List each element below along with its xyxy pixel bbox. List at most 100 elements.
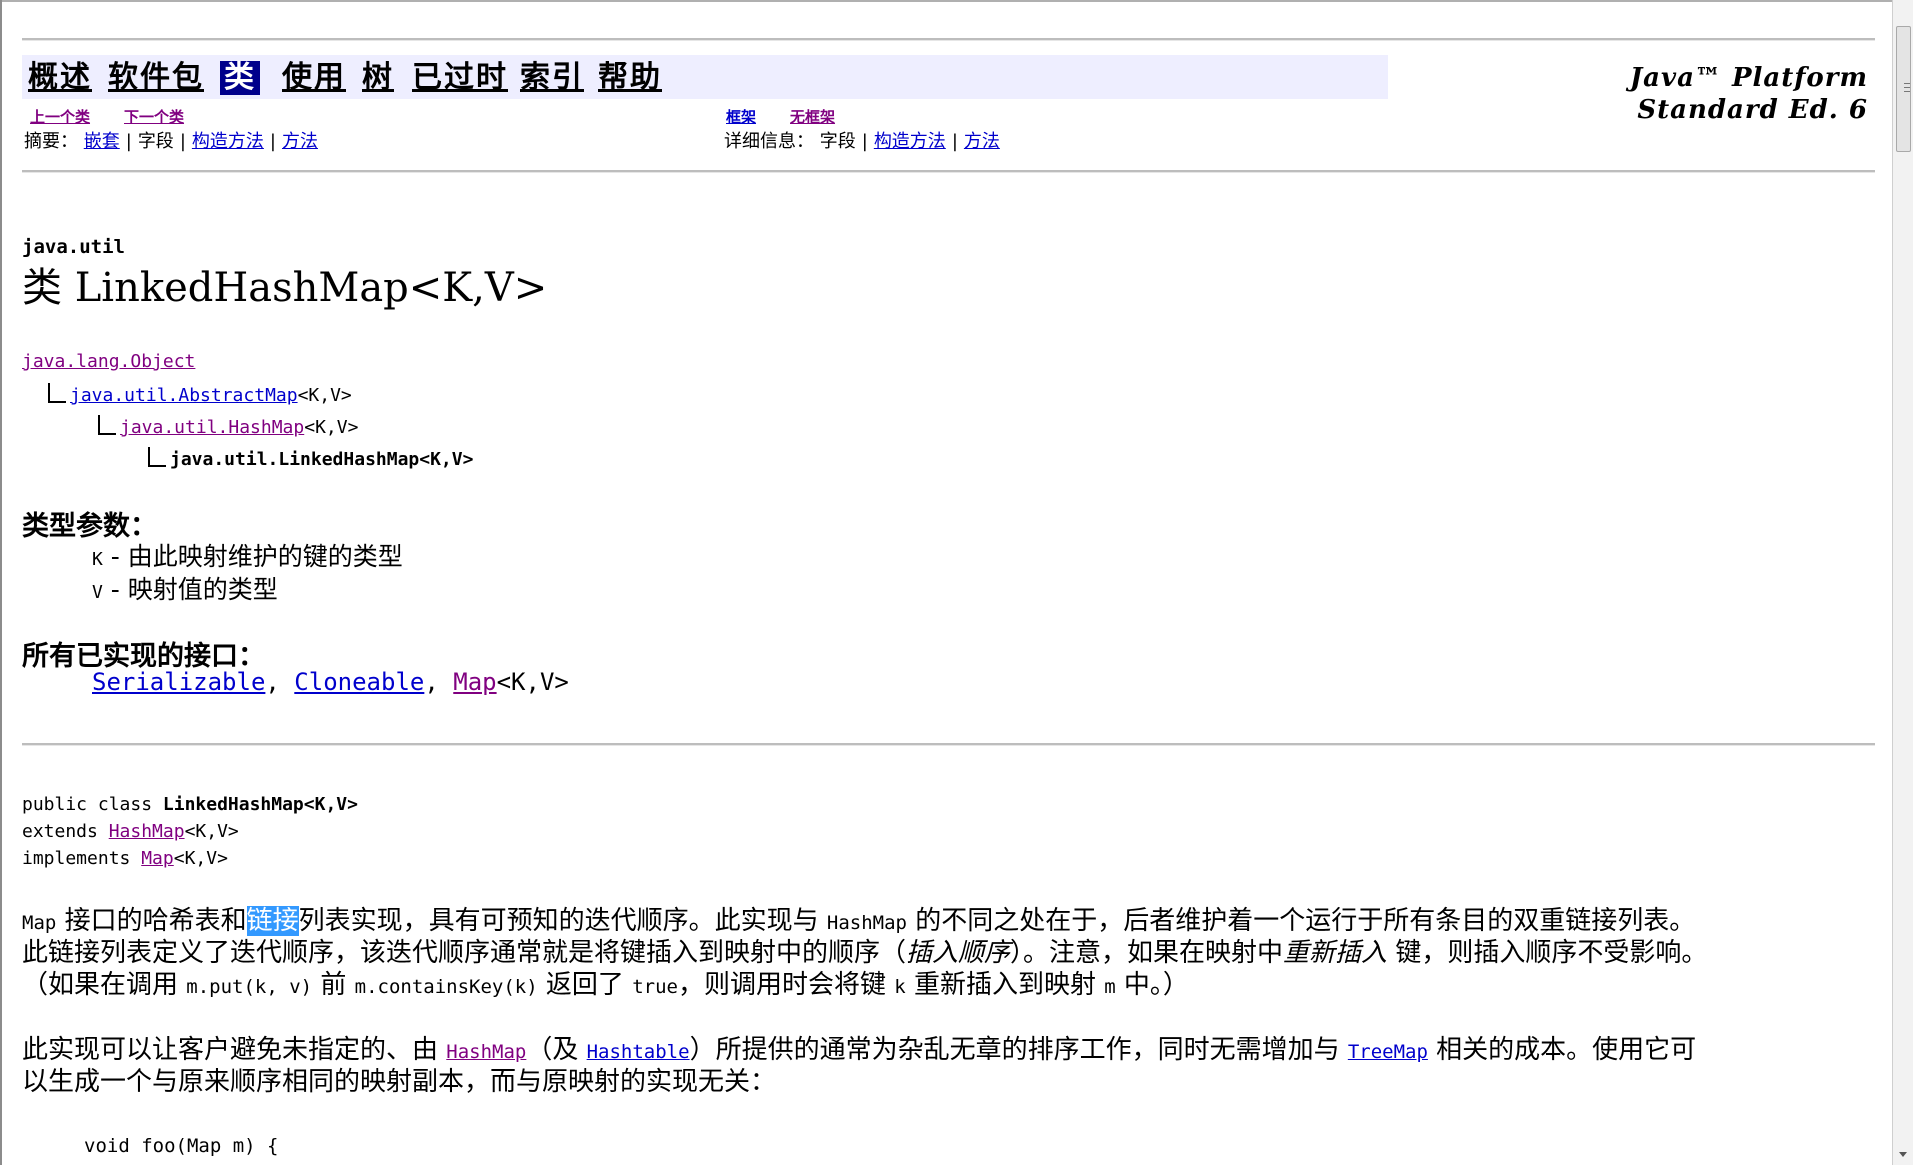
- detail-line: 详细信息： 字段 | 构造方法 | 方法: [724, 131, 1000, 152]
- summary-nested-link[interactable]: 嵌套: [84, 131, 120, 152]
- text-span: （及: [526, 1035, 587, 1065]
- summary-method-link[interactable]: 方法: [282, 131, 318, 152]
- code-k: k: [894, 976, 906, 998]
- hashtable-link[interactable]: Hashtable: [587, 1041, 690, 1063]
- selected-text: 链接: [246, 906, 299, 936]
- vertical-scrollbar[interactable]: [1892, 0, 1913, 1165]
- description-p2-line-2: 以生成一个与原来顺序相同的映射副本，而与原映射的实现无关：: [22, 1067, 777, 1097]
- description-p2-line-1: 此实现可以让客户避免未指定的、由 HashMap（及 Hashtable）所提供…: [22, 1034, 1872, 1068]
- brand-line-2: Standard Ed. 6: [1637, 95, 1868, 125]
- nav-index[interactable]: 索引: [520, 61, 584, 95]
- treemap-link[interactable]: TreeMap: [1348, 1041, 1428, 1063]
- declaration-hashmap-link[interactable]: HashMap: [109, 821, 185, 842]
- text-span: 前: [312, 970, 355, 1000]
- type-param-v-desc: - 映射值的类型: [102, 575, 278, 604]
- text-span: 的不同之处在于，后者维护着一个运行于所有条目的双重链接列表。: [906, 906, 1696, 936]
- emphasis-reinserted: 重新插入: [1283, 938, 1388, 968]
- nav-overview[interactable]: 概述: [28, 61, 92, 95]
- section-rule: [22, 743, 1875, 746]
- declaration-line-1: public class LinkedHashMap<K,V>: [22, 794, 358, 815]
- nav-bottom-rule: [22, 170, 1875, 173]
- declaration-implements: implements: [22, 848, 142, 869]
- summary-label: 摘要：: [24, 131, 78, 152]
- text-span: 相关的成本。使用它可: [1427, 1035, 1697, 1065]
- type-param-v-name: V: [92, 582, 103, 603]
- window-top-border: [0, 0, 1913, 2]
- text-span: 此链接列表定义了迭代顺序，该迭代顺序通常就是将键插入到映射中的顺序（: [22, 938, 907, 968]
- text-span: ）所提供的通常为杂乱无章的排序工作，同时无需增加与: [689, 1035, 1348, 1065]
- interface-map-suffix: <K,V>: [496, 668, 569, 696]
- code-example-line: void foo(Map m) {: [84, 1135, 279, 1157]
- code-put: m.put(k, v): [186, 976, 313, 998]
- class-title: 类 LinkedHashMap<K,V>: [22, 265, 548, 311]
- summary-constructor-link[interactable]: 构造方法: [192, 131, 264, 152]
- declaration-implements-suffix: <K,V>: [173, 848, 228, 869]
- text-span: 列表实现，具有可预知的迭代顺序。此实现与: [298, 906, 827, 936]
- description-line-1: Map 接口的哈希表和链接列表实现，具有可预知的迭代顺序。此实现与 HashMa…: [22, 905, 1872, 939]
- grip-line: [1904, 91, 1910, 92]
- declaration-map-link[interactable]: Map: [141, 848, 174, 869]
- declaration-class-name: LinkedHashMap<K,V>: [162, 794, 358, 815]
- platform-brand: Java™ Platform Standard Ed. 6: [1630, 62, 1868, 126]
- hashmap-link[interactable]: HashMap: [446, 1041, 526, 1063]
- hierarchy-item-linkedhashmap: java.util.LinkedHashMap<K,V>: [148, 447, 473, 470]
- nav-help[interactable]: 帮助: [598, 61, 662, 95]
- scroll-down-icon[interactable]: [1899, 1152, 1907, 1157]
- detail-constructor-link[interactable]: 构造方法: [874, 131, 946, 152]
- tree-connector-icon: [148, 447, 166, 467]
- scrollbar-thumb[interactable]: [1896, 26, 1911, 152]
- nav-class: 类: [220, 61, 260, 95]
- detail-field: 字段: [819, 131, 856, 152]
- interface-map-link[interactable]: Map: [453, 668, 496, 696]
- declaration-modifiers: public class: [22, 794, 163, 815]
- detail-label: 详细信息：: [724, 131, 814, 152]
- hierarchy-item-object: java.lang.Object: [22, 351, 195, 372]
- code-containskey: m.containsKey(k): [354, 976, 538, 998]
- code-hashmap: HashMap: [826, 912, 907, 934]
- nav-tree[interactable]: 树: [362, 61, 394, 95]
- prev-class-link[interactable]: 上一个类: [30, 106, 90, 127]
- type-param-k: K - 由此映射维护的键的类型: [92, 537, 403, 573]
- detail-method-link[interactable]: 方法: [964, 131, 1000, 152]
- text-span: 返回了: [537, 970, 633, 1000]
- text-span: 此实现可以让客户避免未指定的、由: [22, 1035, 447, 1065]
- hierarchy-abstractmap-link[interactable]: java.util.AbstractMap: [70, 385, 298, 406]
- nav-use[interactable]: 使用: [282, 61, 346, 95]
- nav-deprecated[interactable]: 已过时: [412, 61, 508, 95]
- hierarchy-hashmap-suffix: <K,V>: [304, 417, 359, 438]
- text-span: 重新插入到映射: [905, 970, 1105, 1000]
- next-class-link[interactable]: 下一个类: [124, 106, 184, 127]
- text-span: 接口的哈希表和: [56, 906, 247, 936]
- summary-field: 字段: [137, 131, 174, 152]
- hierarchy-object-link[interactable]: java.lang.Object: [22, 351, 195, 372]
- declaration-extends-suffix: <K,V>: [184, 821, 239, 842]
- tree-connector-icon: [48, 383, 66, 403]
- grip-line: [1904, 87, 1910, 88]
- hierarchy-abstractmap-suffix: <K,V>: [297, 385, 352, 406]
- text-span: ，则调用时会将键: [677, 970, 895, 1000]
- emphasis-insertion-order: 插入顺序: [906, 938, 1011, 968]
- package-name: java.util: [22, 236, 125, 258]
- type-param-k-desc: - 由此映射维护的键的类型: [102, 542, 403, 571]
- declaration-extends: extends: [22, 821, 109, 842]
- code-map: Map: [22, 912, 57, 934]
- declaration-line-2: extends HashMap<K,V>: [22, 821, 239, 842]
- interface-serializable-link[interactable]: Serializable: [92, 668, 265, 696]
- declaration-line-3: implements Map<K,V>: [22, 848, 228, 869]
- tree-connector-icon: [98, 415, 116, 435]
- interface-cloneable-link[interactable]: Cloneable: [294, 668, 424, 696]
- no-frames-link[interactable]: 无框架: [790, 106, 835, 127]
- window-left-border: [0, 0, 2, 1165]
- text-span: （如果在调用: [22, 970, 187, 1000]
- text-span: 键，则插入顺序不受影响。: [1387, 938, 1708, 968]
- brand-line-1: Java™ Platform: [1629, 63, 1868, 93]
- navigation-bar: 概述 软件包 类 使用 树 已过时 索引 帮助: [22, 55, 1388, 99]
- interfaces-list: Serializable, Cloneable, Map<K,V>: [92, 668, 569, 696]
- summary-line: 摘要： 嵌套 | 字段 | 构造方法 | 方法: [24, 131, 318, 152]
- hierarchy-current-class: java.util.LinkedHashMap<K,V>: [170, 449, 474, 470]
- text-span: ）。注意，如果在映射中: [1010, 938, 1284, 968]
- hierarchy-hashmap-link[interactable]: java.util.HashMap: [120, 417, 304, 438]
- hierarchy-item-abstractmap: java.util.AbstractMap<K,V>: [48, 383, 352, 406]
- frames-link[interactable]: 框架: [726, 106, 756, 127]
- nav-package[interactable]: 软件包: [108, 61, 204, 95]
